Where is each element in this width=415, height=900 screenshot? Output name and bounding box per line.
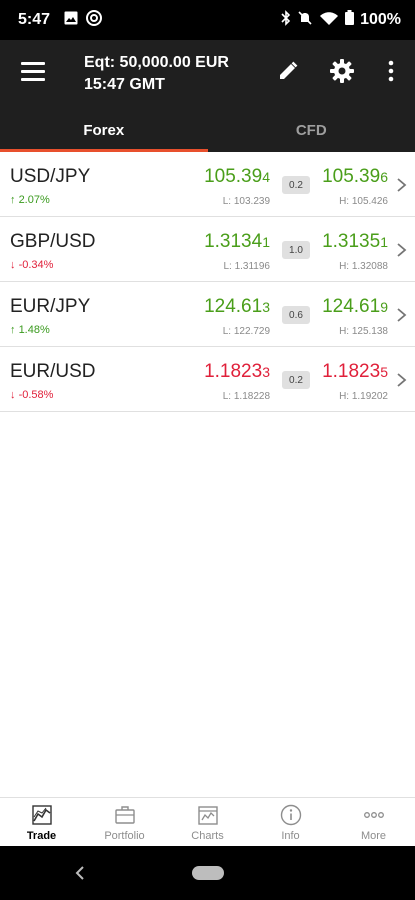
quote-row-usdjpy[interactable]: USD/JPY ↑ 2.07% 105.394 0.2 105.396 L: 1… (0, 152, 415, 217)
nav-info[interactable]: Info (249, 798, 332, 846)
sync-notification-icon (86, 9, 103, 31)
chevron-right-icon[interactable] (395, 241, 409, 259)
equity-info: Eqt: 50,000.00 EUR 15:47 GMT (84, 52, 229, 96)
low-price: L: 1.18228 (222, 391, 270, 402)
chevron-right-icon[interactable] (395, 306, 409, 324)
arrow-down-icon: ↓ (10, 389, 16, 401)
nav-trade[interactable]: Trade (0, 798, 83, 846)
change-percent: ↓ -0.34% (10, 259, 54, 271)
low-price: L: 122.729 (222, 326, 270, 337)
info-icon (280, 804, 301, 826)
low-price: L: 103.239 (222, 196, 270, 207)
battery-percentage: 100% (360, 11, 401, 28)
nav-more[interactable]: More (332, 798, 415, 846)
tab-forex[interactable]: Forex (0, 108, 208, 152)
wifi-icon (319, 10, 339, 31)
calendar-chart-icon (197, 806, 218, 825)
menu-icon[interactable] (21, 62, 45, 82)
chevron-right-icon[interactable] (395, 371, 409, 389)
currency-pair: USD/JPY (10, 166, 91, 187)
trade-chart-icon (31, 805, 52, 825)
tab-label: Forex (83, 121, 125, 139)
arrow-up-icon: ↑ (10, 194, 16, 206)
bid-price[interactable]: 1.31341 (190, 231, 270, 253)
bid-price[interactable]: 105.394 (190, 166, 270, 188)
system-navigation-bar (0, 846, 415, 900)
nav-label: Trade (26, 830, 57, 842)
tab-label: CFD (295, 121, 327, 139)
equity-value: Eqt: 50,000.00 EUR (84, 54, 229, 71)
quote-row-eurjpy[interactable]: EUR/JPY ↑ 1.48% 124.613 0.6 124.619 L: 1… (0, 282, 415, 347)
spread-badge: 0.2 (282, 176, 310, 194)
briefcase-icon (114, 806, 135, 824)
quote-row-gbpusd[interactable]: GBP/USD ↓ -0.34% 1.31341 1.0 1.31351 L: … (0, 217, 415, 282)
bottom-navigation: Trade Portfolio Charts Info More (0, 797, 415, 846)
bid-price[interactable]: 1.18233 (190, 361, 270, 383)
high-price: H: 105.426 (339, 196, 388, 207)
arrow-up-icon: ↑ (10, 324, 16, 336)
nav-charts[interactable]: Charts (166, 798, 249, 846)
market-tabs: Forex CFD (0, 108, 415, 152)
quote-list: USD/JPY ↑ 2.07% 105.394 0.2 105.396 L: 1… (0, 152, 415, 412)
ask-price[interactable]: 124.619 (308, 296, 388, 318)
nav-portfolio[interactable]: Portfolio (83, 798, 166, 846)
status-bar: 5:47 100% (0, 0, 415, 40)
ask-price[interactable]: 1.18235 (308, 361, 388, 383)
settings-gear-icon[interactable] (329, 58, 355, 84)
back-icon[interactable] (74, 865, 86, 881)
ask-price[interactable]: 105.396 (308, 166, 388, 188)
more-dots-icon (363, 812, 384, 818)
change-percent: ↑ 1.48% (10, 324, 50, 336)
arrow-down-icon: ↓ (10, 259, 16, 271)
spread-badge: 0.6 (282, 306, 310, 324)
app-bar: Eqt: 50,000.00 EUR 15:47 GMT (0, 40, 415, 108)
chevron-right-icon[interactable] (395, 176, 409, 194)
nav-label: Charts (191, 830, 224, 842)
spread-badge: 1.0 (282, 241, 310, 259)
quote-row-eurusd[interactable]: EUR/USD ↓ -0.58% 1.18233 0.2 1.18235 L: … (0, 347, 415, 412)
high-price: H: 1.19202 (339, 391, 388, 402)
nav-label: More (360, 830, 387, 842)
nav-label: Portfolio (104, 830, 145, 842)
edit-pencil-icon[interactable] (275, 58, 301, 84)
tab-cfd[interactable]: CFD (208, 108, 415, 152)
low-price: L: 1.31196 (223, 261, 270, 272)
bid-price[interactable]: 124.613 (190, 296, 270, 318)
currency-pair: GBP/USD (10, 231, 96, 252)
overflow-menu-icon[interactable] (378, 58, 404, 84)
nav-label: Info (281, 830, 300, 842)
status-time: 5:47 (18, 11, 51, 28)
battery-icon (345, 10, 355, 30)
server-time: 15:47 GMT (84, 76, 165, 93)
change-percent: ↓ -0.58% (10, 389, 54, 401)
ask-price[interactable]: 1.31351 (308, 231, 388, 253)
currency-pair: EUR/USD (10, 361, 96, 382)
spread-badge: 0.2 (282, 371, 310, 389)
currency-pair: EUR/JPY (10, 296, 91, 317)
bluetooth-icon (281, 9, 291, 31)
high-price: H: 1.32088 (339, 261, 388, 272)
mute-icon (297, 10, 313, 31)
change-percent: ↑ 2.07% (10, 194, 50, 206)
home-pill-button[interactable] (192, 866, 224, 880)
image-notification-icon (64, 11, 78, 30)
high-price: H: 125.138 (339, 326, 388, 337)
